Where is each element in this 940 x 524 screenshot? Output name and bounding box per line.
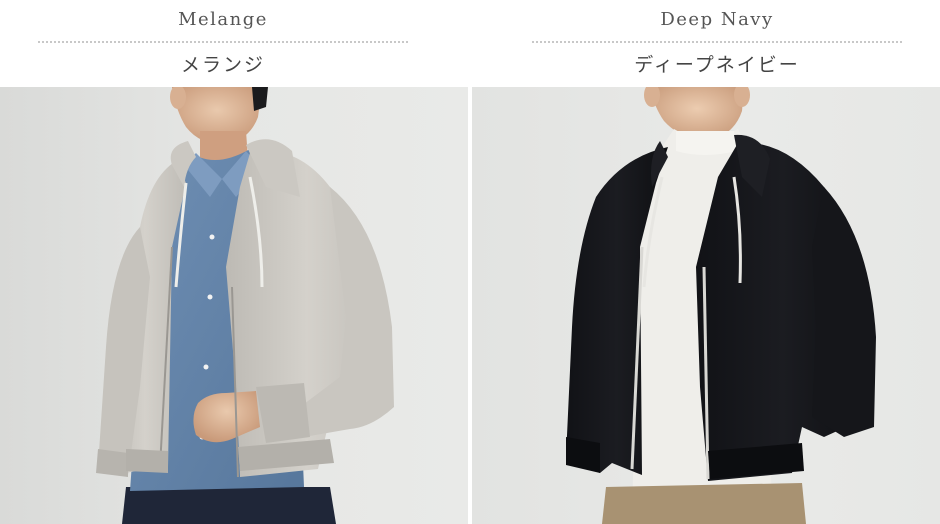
photo-deep-navy	[472, 87, 940, 524]
photo-melange	[0, 87, 468, 524]
color-name-japanese: ディープネイビー	[634, 54, 800, 76]
color-name-japanese: メランジ	[180, 54, 265, 76]
color-label-melange: Melange メランジ	[38, 0, 408, 87]
dotted-divider	[532, 41, 902, 43]
color-name-english: Melange	[178, 9, 268, 30]
product-color-comparison: Melange メランジ Deep Navy ディープネイビー	[0, 0, 940, 524]
color-label-header: Melange メランジ Deep Navy ディープネイビー	[0, 0, 940, 87]
model-in-melange-zip-hoodie	[96, 87, 394, 524]
color-name-english: Deep Navy	[660, 9, 774, 30]
model-in-deep-navy-zip-hoodie	[566, 87, 876, 524]
color-label-deep-navy: Deep Navy ディープネイビー	[532, 0, 902, 87]
dotted-divider	[38, 41, 408, 43]
